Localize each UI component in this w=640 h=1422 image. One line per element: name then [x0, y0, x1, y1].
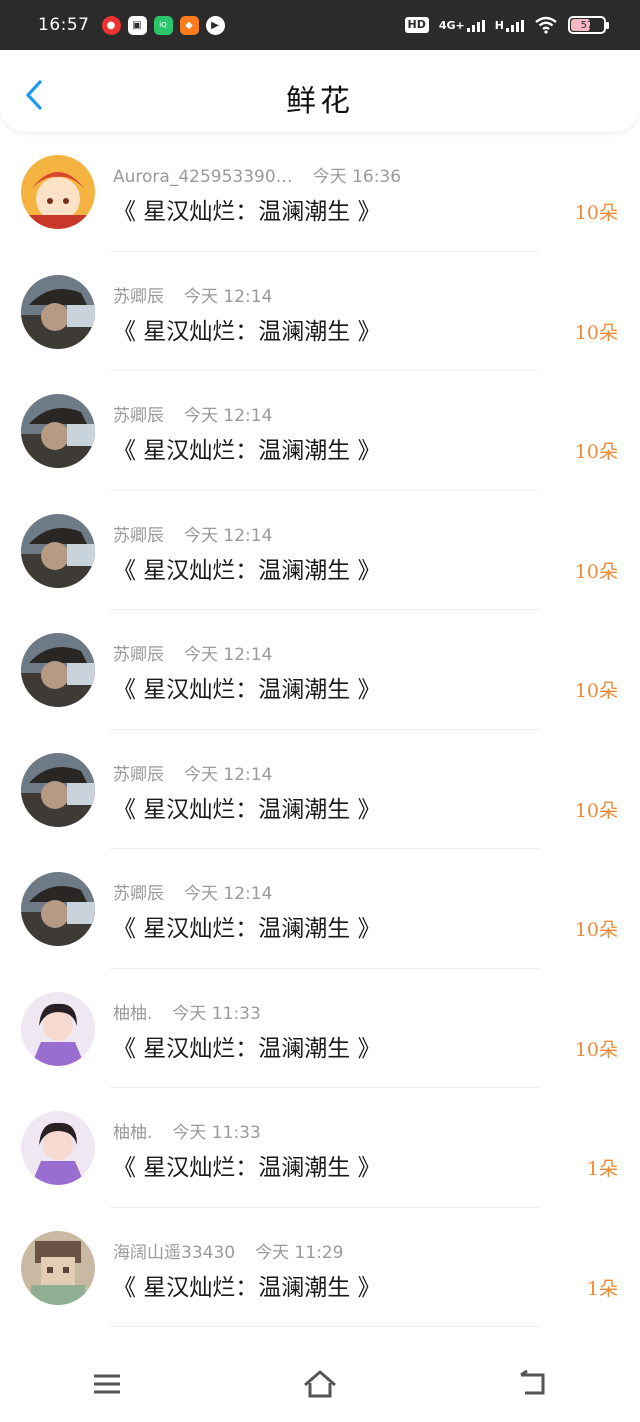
- gift-row[interactable]: 苏卿辰 今天 12:14 《 星汉灿烂：温澜潮生 》 10朵: [0, 730, 640, 849]
- gift-time: 今天 12:14: [184, 764, 273, 785]
- iqiyi-icon: iQ: [153, 15, 173, 35]
- gift-row[interactable]: 苏卿辰 今天 12:14 《 星汉灿烂：温澜潮生 》 10朵: [0, 252, 640, 371]
- flower-amount: 1朵: [586, 1277, 618, 1300]
- book-title[interactable]: 《 星汉灿烂：温澜潮生 》: [113, 909, 381, 943]
- gift-row[interactable]: Aurora_425953390… 今天 16:36 《 星汉灿烂：温澜潮生 》 10…: [0, 132, 640, 252]
- flower-amount: 1朵: [586, 1158, 618, 1180]
- flower-amount: 10朵: [574, 680, 618, 702]
- user-name[interactable]: Aurora_425953390…: [113, 167, 293, 187]
- avatar[interactable]: [21, 1111, 95, 1185]
- system-back-button[interactable]: [503, 1359, 563, 1409]
- status-app-icons: ● ▣ iQ ◆ ▶: [101, 15, 225, 35]
- flower-amount: 10朵: [574, 1038, 618, 1061]
- wifi-icon: [535, 16, 557, 34]
- gift-list: Aurora_425953390… 今天 16:36 《 星汉灿烂：温澜潮生 》 10…: [0, 132, 640, 1327]
- network-label: 4G+: [438, 18, 465, 32]
- page-header: 鲜花: [0, 50, 640, 132]
- divider: [110, 1326, 540, 1327]
- user-name[interactable]: 苏卿辰: [113, 526, 164, 546]
- battery-icon: 57: [568, 16, 609, 34]
- gift-row[interactable]: 海阔山遥33430 今天 11:29 《 星汉灿烂：温澜潮生 》 1朵: [0, 1208, 640, 1327]
- gift-time: 今天 11:33: [172, 1003, 261, 1024]
- user-name[interactable]: 苏卿辰: [113, 406, 164, 426]
- play-icon: ▶: [205, 15, 225, 35]
- mango-tv-icon: ◆: [179, 15, 199, 35]
- avatar[interactable]: [21, 991, 95, 1066]
- gift-meta: 苏卿辰 今天 12:14: [113, 401, 272, 426]
- flower-amount: 10朵: [574, 560, 618, 583]
- gift-meta: 苏卿辰 今天 12:14: [113, 640, 272, 665]
- avatar[interactable]: [21, 394, 95, 468]
- avatar[interactable]: [21, 274, 95, 349]
- gift-row[interactable]: 苏卿辰 今天 12:14 《 星汉灿烂：温澜潮生 》 10朵: [0, 610, 640, 730]
- gift-time: 今天 12:14: [184, 406, 273, 426]
- gift-row[interactable]: 柚柚. 今天 11:33 《 星汉灿烂：温澜潮生 》 10朵: [0, 969, 640, 1088]
- flower-amount: 10朵: [574, 919, 618, 941]
- battery-level: 57: [580, 19, 594, 31]
- avatar[interactable]: [21, 513, 95, 588]
- status-indicators: HD 4G+ H 57: [404, 0, 609, 50]
- page-title: 鲜花: [286, 84, 354, 119]
- back-icon: [520, 1370, 545, 1395]
- book-title[interactable]: 《 星汉灿烂：温澜潮生 》: [113, 1029, 381, 1063]
- gift-meta: 苏卿辰 今天 12:14: [113, 760, 272, 785]
- signal-4g-icon: 4G+: [439, 19, 485, 32]
- book-title[interactable]: 《 星汉灿烂：温澜潮生 》: [113, 192, 381, 226]
- gift-time: 今天 16:36: [312, 167, 402, 187]
- book-title[interactable]: 《 星汉灿烂：温澜潮生 》: [113, 431, 381, 465]
- gift-time: 今天 12:14: [184, 286, 273, 307]
- home-icon: [304, 1370, 336, 1398]
- menu-icon: [93, 1374, 120, 1394]
- avatar[interactable]: [21, 633, 95, 707]
- gift-row[interactable]: 苏卿辰 今天 12:14 《 星汉灿烂：温澜潮生 》 10朵: [0, 491, 640, 610]
- book-title[interactable]: 《 星汉灿烂：温澜潮生 》: [113, 790, 381, 824]
- signal-h-icon: H: [495, 19, 524, 32]
- user-name[interactable]: 柚柚.: [113, 1123, 152, 1143]
- gift-meta: 海阔山遥33430 今天 11:29: [113, 1238, 344, 1263]
- gift-time: 今天 12:14: [184, 884, 273, 904]
- book-title[interactable]: 《 星汉灿烂：温澜潮生 》: [113, 1148, 381, 1182]
- flower-amount: 10朵: [574, 202, 618, 224]
- bilibili-icon: ▣: [127, 15, 147, 35]
- gift-time: 今天 12:14: [184, 645, 273, 665]
- gift-row[interactable]: 柚柚. 今天 11:33 《 星汉灿烂：温澜潮生 》 1朵: [0, 1088, 640, 1208]
- book-title[interactable]: 《 星汉灿烂：温澜潮生 》: [113, 312, 381, 346]
- gift-row[interactable]: 苏卿辰 今天 12:14 《 星汉灿烂：温澜潮生 》 10朵: [0, 849, 640, 969]
- gift-meta: Aurora_425953390… 今天 16:36: [113, 162, 401, 187]
- user-name[interactable]: 苏卿辰: [113, 645, 164, 665]
- user-name[interactable]: 苏卿辰: [113, 287, 164, 307]
- gift-meta: 柚柚. 今天 11:33: [113, 999, 261, 1024]
- user-name[interactable]: 海阔山遥33430: [113, 1243, 235, 1263]
- avatar[interactable]: [21, 155, 95, 229]
- user-name[interactable]: 苏卿辰: [113, 765, 164, 785]
- gift-time: 今天 12:14: [184, 525, 273, 546]
- avatar[interactable]: [21, 752, 95, 827]
- home-button[interactable]: [290, 1359, 350, 1409]
- avatar[interactable]: [21, 1230, 95, 1305]
- gift-meta: 苏卿辰 今天 12:14: [113, 282, 272, 307]
- hd-badge: HD: [404, 17, 429, 33]
- user-name[interactable]: 苏卿辰: [113, 884, 164, 904]
- gift-meta: 苏卿辰 今天 12:14: [113, 521, 272, 546]
- gift-meta: 柚柚. 今天 11:33: [113, 1118, 261, 1143]
- user-name[interactable]: 柚柚.: [113, 1004, 152, 1024]
- book-title[interactable]: 《 星汉灿烂：温澜潮生 》: [113, 670, 381, 704]
- netease-music-icon: ●: [101, 15, 121, 35]
- gift-row[interactable]: 苏卿辰 今天 12:14 《 星汉灿烂：温澜潮生 》 10朵: [0, 371, 640, 491]
- status-time: 16:57: [38, 15, 90, 35]
- network2-label: H: [494, 18, 504, 32]
- book-title[interactable]: 《 星汉灿烂：温澜潮生 》: [113, 1268, 381, 1302]
- gift-time: 今天 11:33: [172, 1123, 261, 1143]
- system-nav-bar: [0, 1346, 640, 1422]
- book-title[interactable]: 《 星汉灿烂：温澜潮生 》: [113, 551, 381, 585]
- menu-button[interactable]: [77, 1359, 137, 1409]
- status-bar: 16:57 ● ▣ iQ ◆ ▶ HD 4G+ H 57: [0, 0, 640, 50]
- flower-amount: 10朵: [574, 321, 618, 344]
- gift-meta: 苏卿辰 今天 12:14: [113, 879, 272, 904]
- flower-amount: 10朵: [574, 441, 618, 463]
- flower-amount: 10朵: [574, 799, 618, 822]
- gift-time: 今天 11:29: [255, 1242, 344, 1263]
- avatar[interactable]: [21, 872, 95, 946]
